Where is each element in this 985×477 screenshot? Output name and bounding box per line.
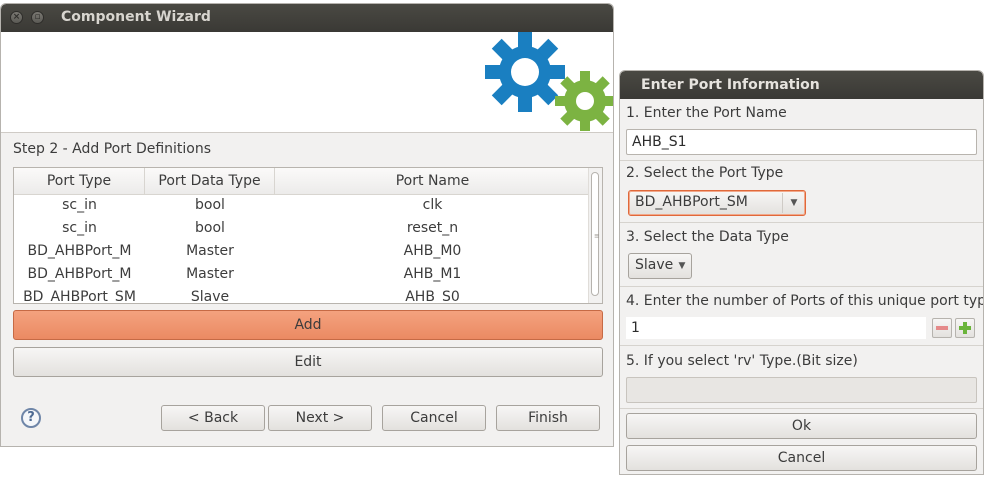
divider xyxy=(620,160,983,161)
dialog-cancel-button[interactable]: Cancel xyxy=(626,445,977,471)
port-table: Port Type Port Data Type Port Name sc_in… xyxy=(13,167,603,304)
divider xyxy=(620,345,983,346)
cell-port-data-type: Master xyxy=(186,266,234,282)
rv-label: 5. If you select 'rv' Type.(Bit size) xyxy=(626,353,858,369)
data-type-label: 3. Select the Data Type xyxy=(626,229,789,245)
table-row[interactable]: sc_in bool clk xyxy=(14,194,590,217)
enter-port-information-dialog: Enter Port Information 1. Enter the Port… xyxy=(619,70,984,475)
increment-button[interactable] xyxy=(955,318,975,338)
port-type-select[interactable]: BD_AHBPort_SM ▼ xyxy=(628,190,806,216)
component-wizard-window: × ▫ Component Wizard Step 2 - Add Port D… xyxy=(0,3,614,447)
table-scrollbar[interactable]: ≡ xyxy=(588,168,602,303)
num-ports-input[interactable]: 1 xyxy=(626,317,926,339)
close-icon[interactable]: × xyxy=(10,11,23,24)
plus-icon xyxy=(959,322,971,334)
cell-port-name: AHB_S0 xyxy=(405,289,460,304)
cell-port-name: reset_n xyxy=(406,220,459,236)
column-header-port-data-type[interactable]: Port Data Type xyxy=(145,168,275,194)
port-type-label: 2. Select the Port Type xyxy=(626,165,784,181)
cell-port-data-type: Slave xyxy=(190,289,230,304)
data-type-select[interactable]: Slave ▼ xyxy=(628,253,692,279)
column-header-port-type[interactable]: Port Type xyxy=(14,168,145,194)
next-button[interactable]: Next > xyxy=(268,405,372,431)
dialog-title: Enter Port Information xyxy=(641,77,820,93)
port-name-input[interactable]: AHB_S1 xyxy=(626,129,977,155)
cell-port-name: AHB_M0 xyxy=(403,243,462,259)
cell-port-data-type: bool xyxy=(195,220,225,236)
help-icon[interactable]: ? xyxy=(21,408,41,428)
cell-port-data-type: bool xyxy=(195,197,225,213)
cell-port-type: BD_AHBPort_M xyxy=(27,266,132,282)
gear-green-icon xyxy=(555,71,613,131)
cell-port-type: BD_AHBPort_M xyxy=(27,243,132,259)
cell-port-name: AHB_M1 xyxy=(403,266,462,282)
cell-port-data-type: Master xyxy=(186,243,234,259)
cancel-button[interactable]: Cancel xyxy=(382,405,486,431)
table-row[interactable]: BD_AHBPort_M Master AHB_M1 xyxy=(14,263,590,286)
cell-port-name: clk xyxy=(422,197,443,213)
divider xyxy=(620,286,983,287)
ok-button[interactable]: Ok xyxy=(626,413,977,439)
rv-bit-size-input[interactable] xyxy=(626,377,977,403)
add-button[interactable]: Add xyxy=(13,310,603,340)
wizard-banner xyxy=(1,32,613,133)
table-row[interactable]: BD_AHBPort_SM Slave AHB_S0 xyxy=(14,286,590,304)
scrollbar-thumb[interactable]: ≡ xyxy=(591,172,600,296)
window-title: Component Wizard xyxy=(61,9,211,25)
edit-button[interactable]: Edit xyxy=(13,347,603,377)
finish-button[interactable]: Finish xyxy=(496,405,600,431)
titlebar: × ▫ Component Wizard xyxy=(1,4,613,32)
restore-icon[interactable]: ▫ xyxy=(31,11,44,24)
column-header-port-name[interactable]: Port Name xyxy=(275,168,590,194)
port-type-selected: BD_AHBPort_SM xyxy=(635,194,748,210)
cell-port-type: BD_AHBPort_SM xyxy=(23,289,136,304)
back-button[interactable]: < Back xyxy=(161,405,265,431)
scrollbar-grip-icon: ≡ xyxy=(594,232,600,240)
decrement-button[interactable] xyxy=(932,318,952,338)
table-row[interactable]: sc_in bool reset_n xyxy=(14,217,590,240)
divider xyxy=(620,222,983,223)
table-header: Port Type Port Data Type Port Name xyxy=(14,168,590,195)
chevron-down-icon: ▼ xyxy=(782,193,805,213)
table-row[interactable]: BD_AHBPort_M Master AHB_M0 xyxy=(14,240,590,263)
port-name-label: 1. Enter the Port Name xyxy=(626,105,787,121)
cell-port-type: sc_in xyxy=(62,197,97,213)
divider xyxy=(620,408,983,409)
chevron-down-icon: ▼ xyxy=(678,261,686,271)
dialog-titlebar: Enter Port Information xyxy=(620,71,983,99)
cell-port-type: sc_in xyxy=(62,220,97,236)
step-label: Step 2 - Add Port Definitions xyxy=(13,141,212,157)
num-ports-label: 4. Enter the number of Ports of this uni… xyxy=(626,293,984,309)
data-type-selected: Slave xyxy=(635,257,674,273)
minus-icon xyxy=(936,326,948,330)
